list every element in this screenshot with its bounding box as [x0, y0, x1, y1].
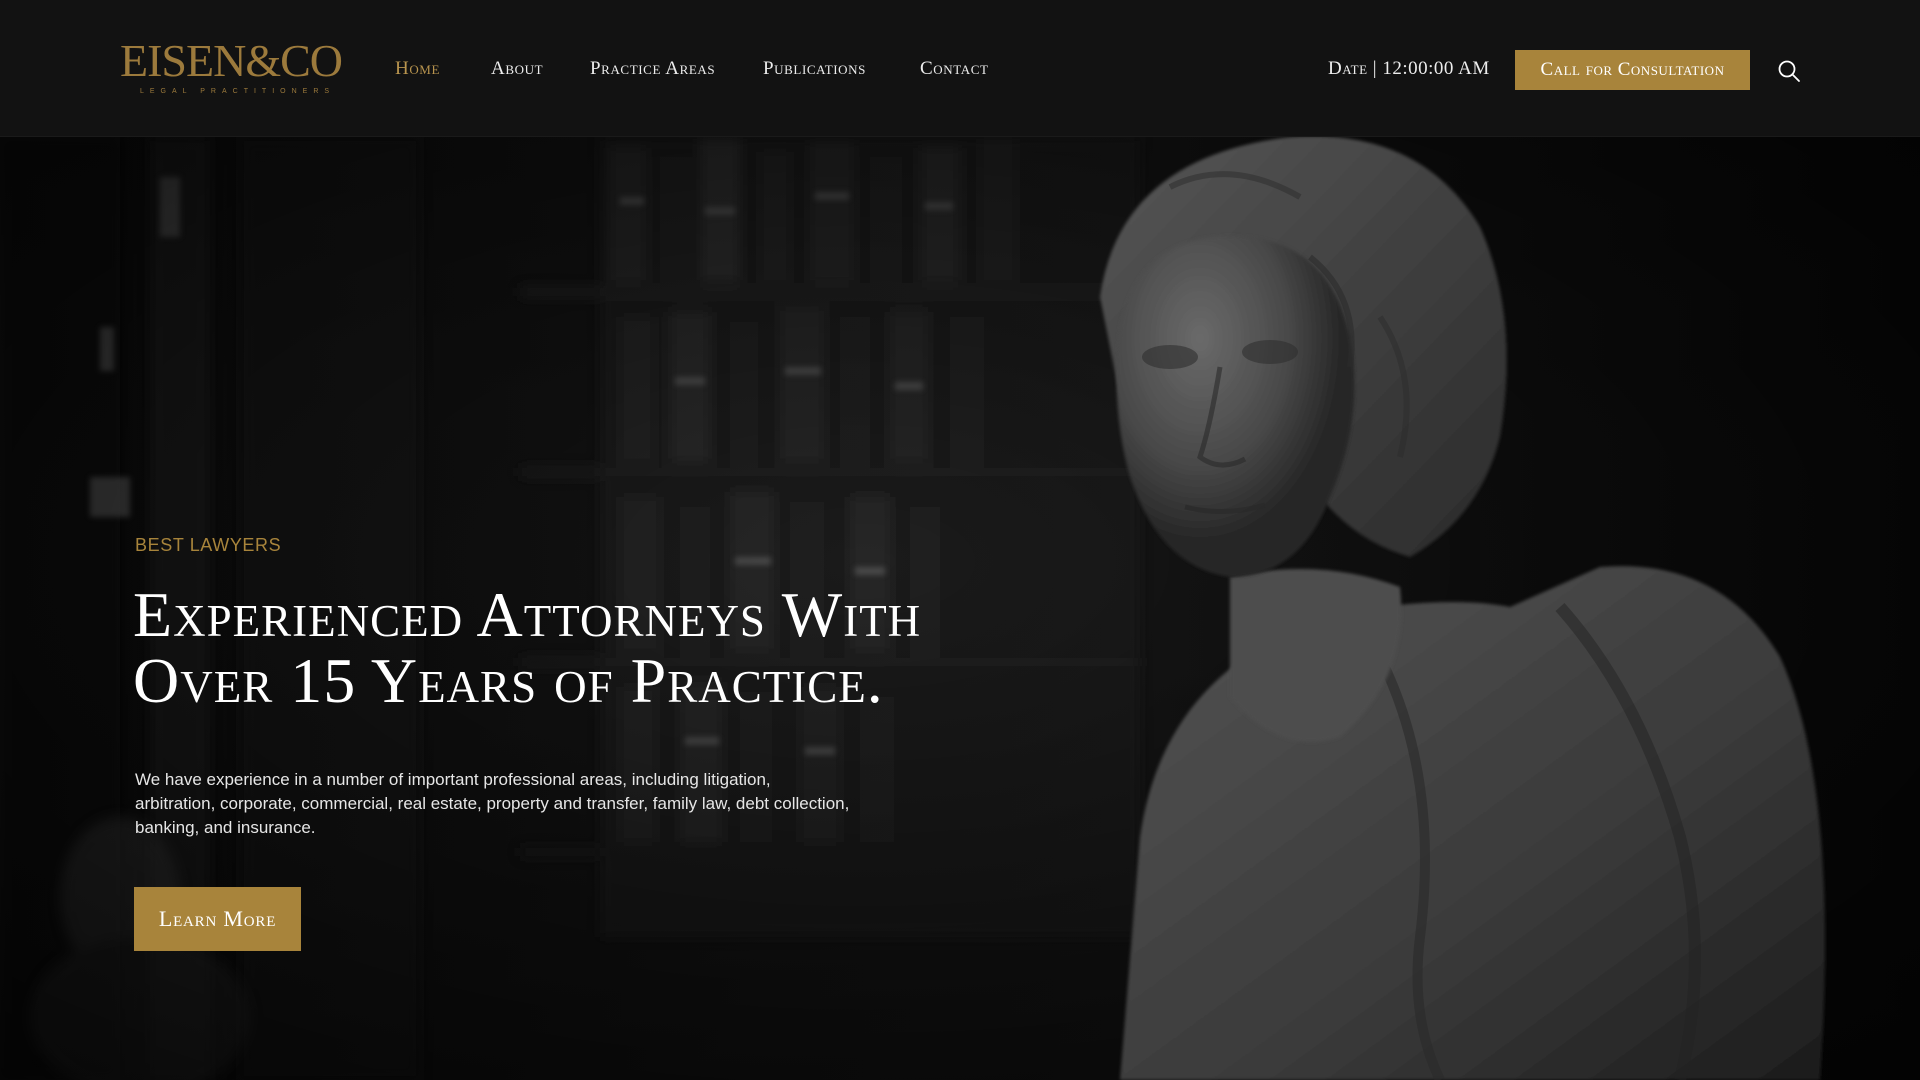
hero-eyebrow: BEST LAWYERS — [135, 535, 282, 555]
hero-section: BEST LAWYERS Experienced Attorneys With … — [0, 137, 1920, 1080]
hero-description: We have experience in a number of import… — [135, 770, 850, 837]
hero-headline-line-2: Over 15 Years of Practice. — [133, 645, 884, 716]
nav-item-publications[interactable]: Publications — [763, 58, 866, 80]
hero-headline-line-1: Experienced Attorneys With — [133, 579, 922, 650]
marble-bust-statue-image — [1100, 137, 1825, 1080]
date-time-display: Date | 12:00:00 AM — [1328, 58, 1490, 79]
search-icon[interactable] — [1777, 59, 1801, 83]
nav-item-about[interactable]: About — [491, 58, 543, 80]
site-header: EISEN&CO LEGAL PRACTITIONERS Home About … — [0, 0, 1920, 137]
nav-item-home[interactable]: Home — [395, 58, 440, 80]
brand-logo-wordmark: EISEN&CO — [120, 35, 343, 86]
hero-headline: Experienced Attorneys With Over 15 Years… — [133, 582, 1093, 714]
nav-item-contact[interactable]: Contact — [920, 58, 989, 80]
nav-item-practice-areas[interactable]: Practice Areas — [590, 58, 715, 80]
brand-logo-tagline: LEGAL PRACTITIONERS — [140, 88, 336, 95]
brand-logo[interactable]: EISEN&CO LEGAL PRACTITIONERS — [120, 35, 343, 102]
learn-more-button[interactable]: Learn More — [134, 887, 301, 951]
call-for-consultation-button[interactable]: Call for Consultation — [1515, 50, 1750, 90]
